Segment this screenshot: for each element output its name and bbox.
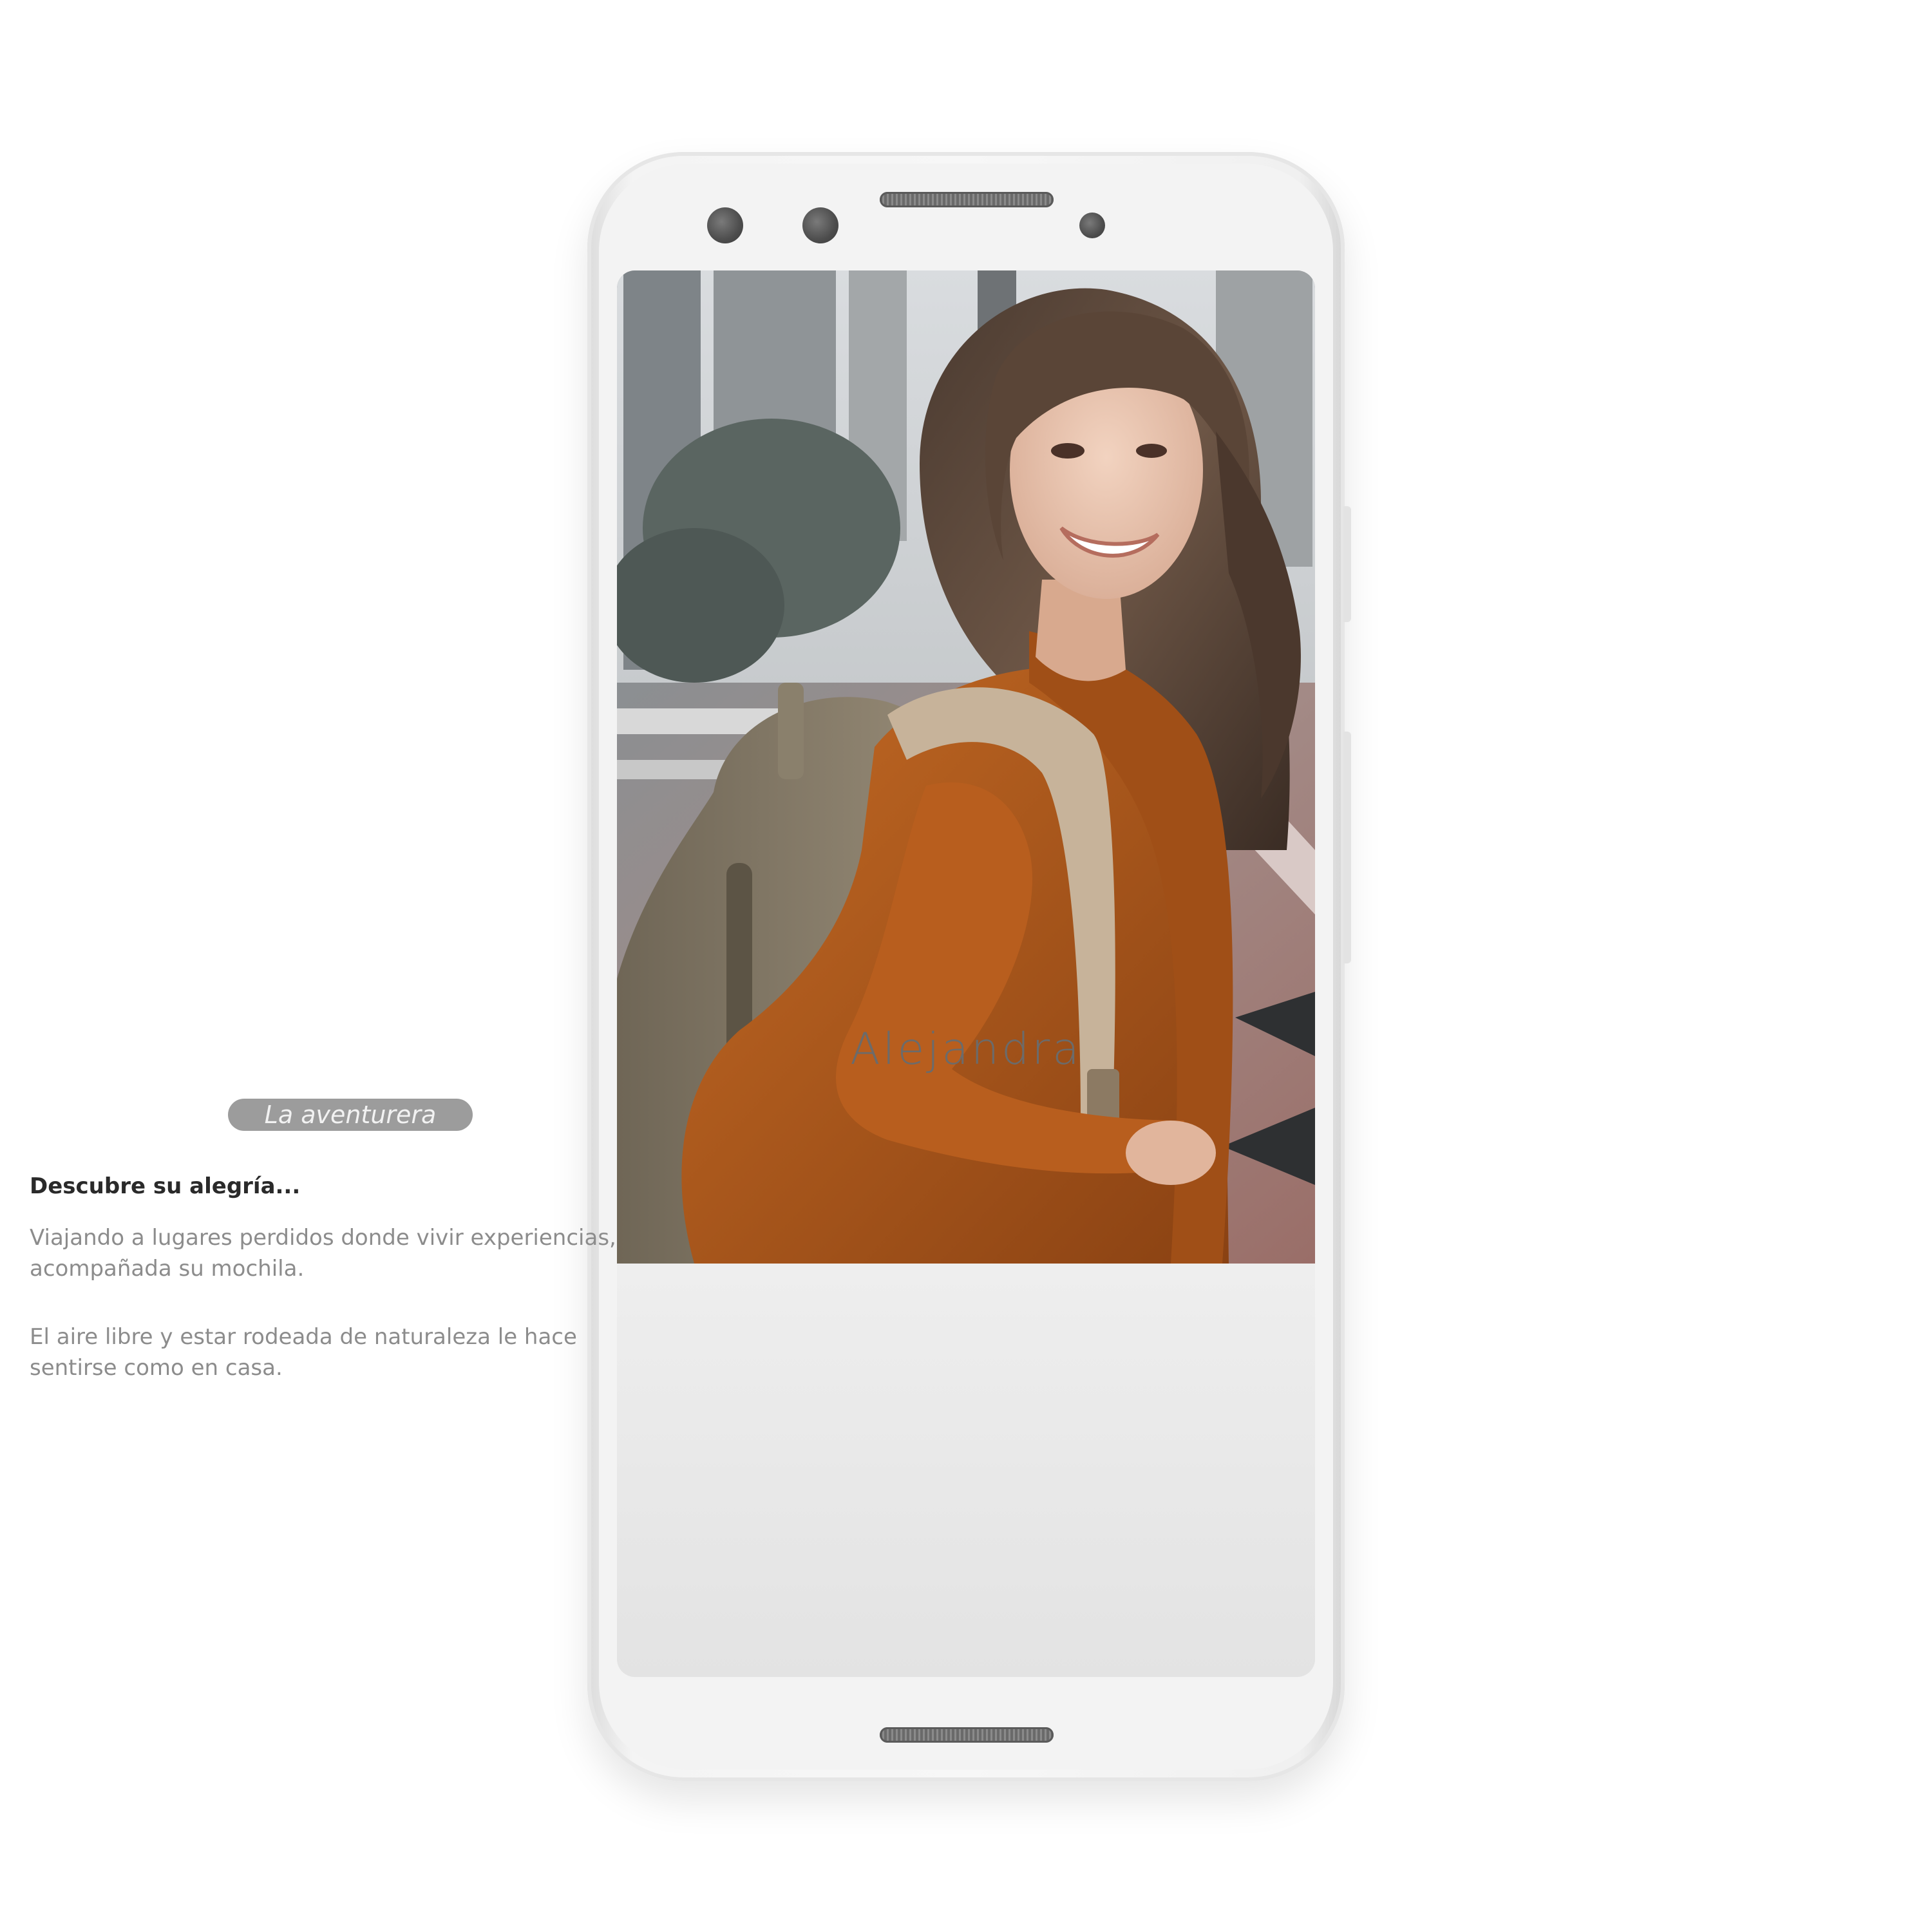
bottom-speaker <box>880 1727 1054 1743</box>
description-paragraph-1: Viajando a lugares perdidos donde vivir … <box>30 1225 616 1282</box>
proximity-sensor-icon <box>1079 213 1105 238</box>
profile-card <box>617 1264 1315 1677</box>
profile-photo[interactable] <box>617 270 1315 1264</box>
front-sensor-icon <box>802 207 838 243</box>
profile-tag-badge: La aventurera <box>228 1099 473 1131</box>
front-camera-icon <box>707 207 743 243</box>
phone-screen <box>617 270 1315 1677</box>
volume-button <box>1343 506 1351 622</box>
profile-name: Alejandra <box>850 1024 1082 1075</box>
section-heading: Descubre su alegría... <box>30 1173 301 1199</box>
power-button <box>1343 732 1351 963</box>
earpiece-speaker <box>880 192 1054 207</box>
mockup-stage: Alejandra La aventurera Descubre su aleg… <box>0 0 1932 1932</box>
description-paragraph-2: El aire libre y estar rodeada de natural… <box>30 1324 577 1381</box>
profile-photo-illustration <box>617 270 1315 1264</box>
